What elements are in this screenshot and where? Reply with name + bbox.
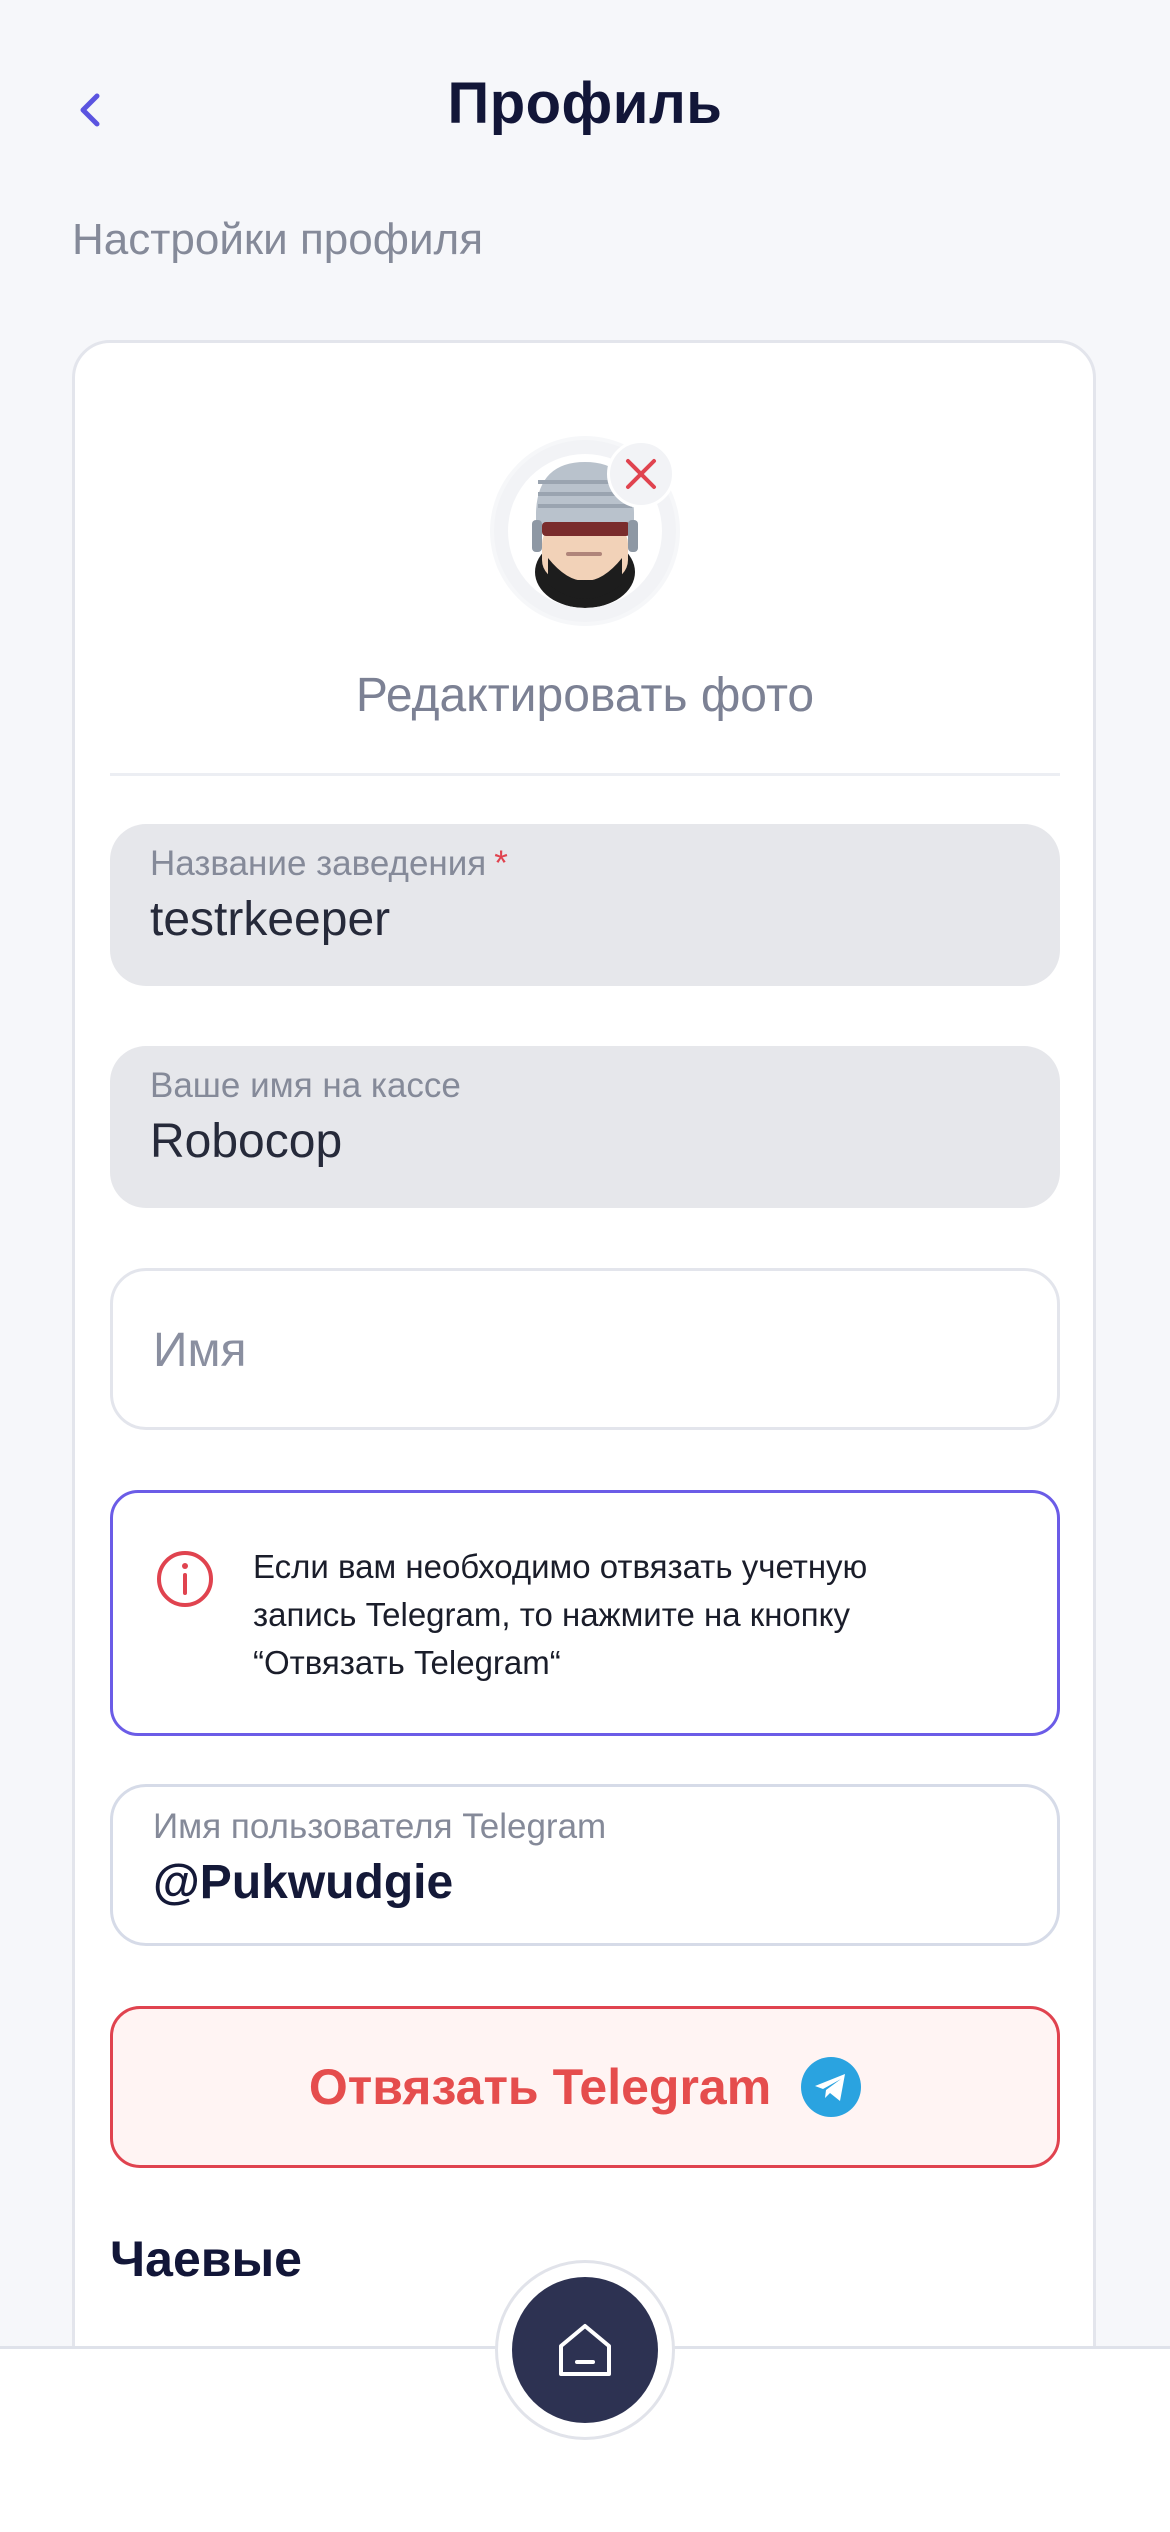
notice-line: “Отвязать Telegram“ — [253, 1644, 561, 1681]
home-icon — [559, 2324, 611, 2376]
required-mark: * — [494, 844, 508, 883]
info-icon — [157, 1551, 213, 1607]
close-icon — [626, 459, 656, 489]
unlink-telegram-label: Отвязать Telegram — [308, 2059, 772, 2115]
cashier-name-field[interactable]: Ваше имя на кассе Robocop — [110, 1046, 1060, 1208]
profile-screen: Профиль Настройки профиля Редактировать … — [0, 0, 1170, 2532]
telegram-username-value: @Pukwudgie — [153, 1856, 454, 1909]
telegram-username-label: Имя пользователя Telegram — [153, 1807, 607, 1846]
telegram-unlink-notice: Если вам необходимо отвязать учетную зап… — [110, 1490, 1060, 1736]
venue-name-label: Название заведения * — [150, 844, 508, 884]
notice-line: запись Telegram, то нажмите на кнопку — [253, 1596, 850, 1633]
section-caption: Настройки профиля — [72, 215, 484, 264]
divider — [110, 773, 1060, 776]
telegram-icon — [801, 2057, 862, 2117]
tips-heading: Чаевые — [110, 2231, 302, 2287]
page-title: Профиль — [447, 71, 723, 136]
telegram-username-field[interactable]: Имя пользователя Telegram @Pukwudgie — [110, 1784, 1060, 1946]
home-button[interactable] — [512, 2277, 658, 2423]
header: Профиль — [0, 0, 1170, 205]
cashier-name-value: Robocop — [150, 1115, 343, 1168]
unlink-telegram-button[interactable]: Отвязать Telegram — [110, 2006, 1060, 2168]
notice-line: Если вам необходимо отвязать учетную — [253, 1548, 868, 1585]
venue-name-label-text: Название заведения — [150, 844, 487, 883]
cashier-name-label: Ваше имя на кассе — [150, 1066, 461, 1105]
venue-name-field[interactable]: Название заведения * testrkeeper — [110, 824, 1060, 986]
name-input[interactable]: Имя — [110, 1268, 1060, 1430]
venue-name-value: testrkeeper — [150, 893, 391, 946]
name-placeholder: Имя — [153, 1324, 247, 1377]
edit-photo-link[interactable]: Редактировать фото — [0, 668, 1170, 723]
remove-photo-button[interactable] — [607, 440, 675, 508]
notice-text: Если вам необходимо отвязать учетную зап… — [253, 1543, 1013, 1687]
